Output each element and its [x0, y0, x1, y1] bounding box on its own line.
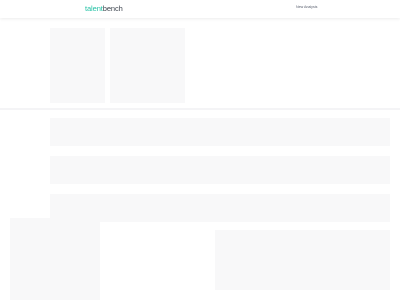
- placeholder-bottom-left: [10, 218, 100, 300]
- logo-text-talent: talent: [85, 4, 103, 13]
- placeholder-divider: [0, 108, 400, 110]
- top-navigation-bar: talent bench New Analysis: [0, 0, 400, 18]
- placeholder-bottom-right: [215, 230, 390, 290]
- new-analysis-link[interactable]: New Analysis: [296, 5, 317, 10]
- placeholder-row-2: [50, 156, 390, 184]
- placeholder-panel-mid: [110, 28, 185, 103]
- main-content-area: [0, 18, 400, 300]
- placeholder-row-1: [50, 118, 390, 146]
- placeholder-row-3: [50, 194, 390, 222]
- logo-text-bench: bench: [102, 4, 123, 13]
- placeholder-panel-left: [50, 28, 105, 103]
- talentbench-logo[interactable]: talent bench: [85, 4, 123, 14]
